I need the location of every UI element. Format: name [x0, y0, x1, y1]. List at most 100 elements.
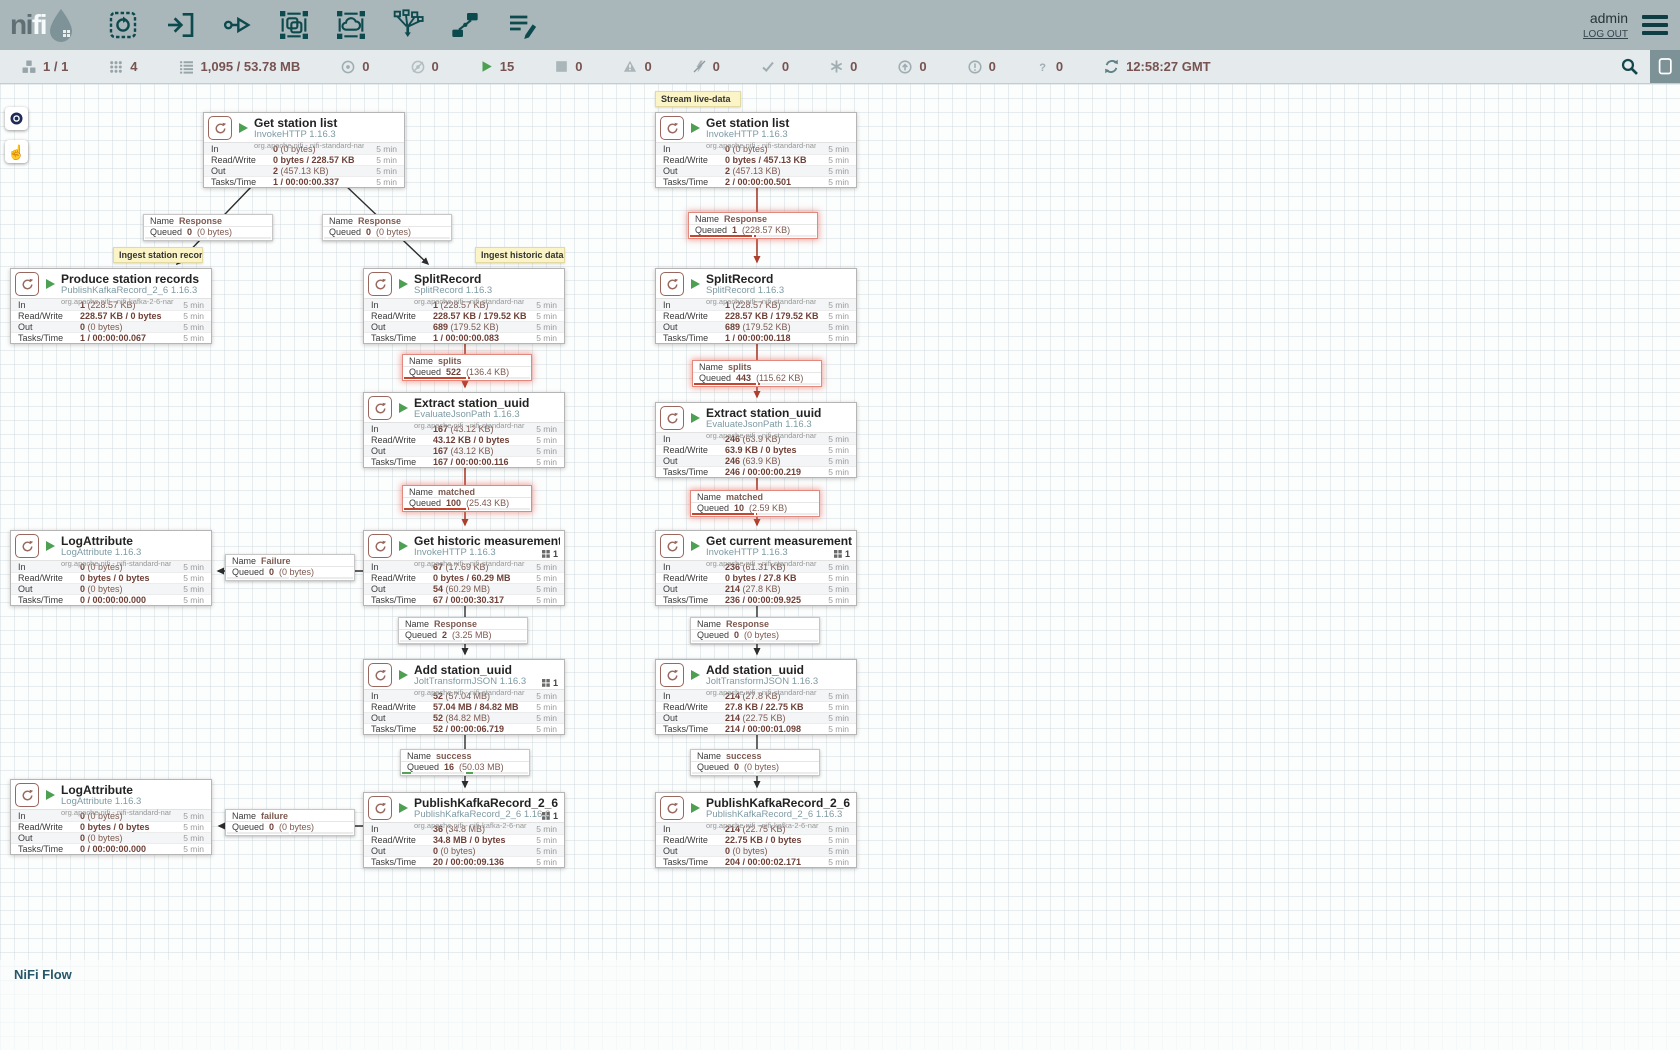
connection-label[interactable]: Name splits Queued 522 (136.4 KB) [402, 354, 532, 381]
logout-link[interactable]: LOG OUT [1583, 29, 1628, 40]
canvas-label[interactable]: Ingest historic data [475, 247, 565, 263]
connection-label[interactable]: Name matched Queued 100 (25.43 KB) [402, 485, 532, 512]
stat-value: 0 / 00:00:00.000 [80, 844, 183, 854]
processor-node[interactable]: LogAttribute LogAttribute 1.16.3 org.apa… [10, 779, 212, 855]
processor-header: Get historic measurements InvokeHTTP 1.1… [364, 531, 564, 560]
processor-stat-row: Tasks/Time 1 / 00:00:00.067 5 min [11, 332, 211, 343]
disabled-status: 0 [693, 59, 720, 74]
queued-list-icon [179, 60, 194, 74]
processor-node[interactable]: Get historic measurements InvokeHTTP 1.1… [363, 530, 565, 606]
processor-stat-row: Out 0 (0 bytes) 5 min [11, 583, 211, 594]
object-threshold-bar [404, 377, 466, 379]
refresh-icon[interactable] [1104, 59, 1119, 74]
stat-label: Tasks/Time [18, 844, 80, 854]
toolbar-processor-icon[interactable] [104, 6, 142, 44]
stat-label: Tasks/Time [663, 595, 725, 605]
processor-node[interactable]: SplitRecord SplitRecord 1.16.3 org.apach… [655, 268, 857, 344]
processor-stat-row: Read/Write 34.8 MB / 0 bytes 5 min [364, 834, 564, 845]
connection-name-row: Name splits [403, 355, 531, 366]
overlay-hand-button[interactable]: ☝ [5, 140, 28, 163]
stat-window: 5 min [828, 846, 849, 856]
toolbar-process-group-icon[interactable] [275, 6, 313, 44]
size-threshold-bar [756, 513, 818, 515]
connection-label[interactable]: Name Response Queued 0 (0 bytes) [322, 214, 452, 241]
connection-label[interactable]: Name success Queued 16 (50.03 MB) [400, 749, 530, 776]
connection-queued-row: Queued 443 (115.62 KB) [693, 372, 821, 383]
check-icon [761, 60, 775, 73]
stat-window: 5 min [376, 177, 397, 187]
connection-label[interactable]: Name Response Queued 0 (0 bytes) [690, 617, 820, 644]
processor-node[interactable]: PublishKafkaRecord_2_6 PublishKafkaRecor… [363, 792, 565, 868]
connection-name-row: Name failure [226, 810, 354, 821]
toolbar-remote-process-group-icon[interactable] [332, 6, 370, 44]
processor-node[interactable]: Get station list InvokeHTTP 1.16.3 org.a… [655, 112, 857, 188]
connection-name-key: Name [695, 214, 719, 224]
processor-node[interactable]: Extract station_uuid EvaluateJsonPath 1.… [655, 402, 857, 478]
toolbar-template-icon[interactable] [446, 6, 484, 44]
processor-node[interactable]: Add station_uuid JoltTransformJSON 1.16.… [363, 659, 565, 735]
processor-name: LogAttribute [61, 784, 171, 797]
connection-queued-size: (0 bytes) [279, 822, 314, 832]
processor-type: JoltTransformJSON 1.16.3 [414, 677, 526, 688]
connection-label[interactable]: Name splits Queued 443 (115.62 KB) [692, 360, 822, 387]
stat-window: 5 min [828, 724, 849, 734]
connection-label[interactable]: Name Response Queued 0 (0 bytes) [143, 214, 273, 241]
stat-label: Tasks/Time [18, 333, 80, 343]
connection-queued-count: 0 [734, 762, 739, 772]
processor-stat-row: Read/Write 22.75 KB / 0 bytes 5 min [656, 834, 856, 845]
processor-node[interactable]: SplitRecord SplitRecord 1.16.3 org.apach… [363, 268, 565, 344]
processor-stat-row: Out 52 (84.82 MB) 5 min [364, 712, 564, 723]
stat-window: 5 min [183, 822, 204, 832]
toolbar-output-port-icon[interactable] [218, 6, 256, 44]
processor-node[interactable]: Produce station records PublishKafkaReco… [10, 268, 212, 344]
toolbar-funnel-icon[interactable] [389, 6, 427, 44]
connection-queued-key: Queued [697, 630, 729, 640]
stat-window: 5 min [828, 857, 849, 867]
processor-node[interactable]: PublishKafkaRecord_2_6 PublishKafkaRecor… [655, 792, 857, 868]
processor-stat-row: Read/Write 57.04 MB / 84.82 MB 5 min [364, 701, 564, 712]
stat-value: 2 (457.13 KB) [725, 166, 828, 176]
processor-icon [660, 116, 684, 140]
stat-window: 5 min [536, 311, 557, 321]
connection-relationship: Response [726, 619, 769, 629]
connection-label[interactable]: Name Failure Queued 0 (0 bytes) [225, 554, 355, 581]
backpressure-bars [323, 237, 451, 240]
processor-node[interactable]: Extract station_uuid EvaluateJsonPath 1.… [363, 392, 565, 468]
connection-label[interactable]: Name Response Queued 1 (228.57 KB) [688, 212, 818, 239]
connection-queued-count: 0 [734, 630, 739, 640]
breadcrumb[interactable]: NiFi Flow [14, 967, 72, 982]
active-threads-count: 1 [553, 811, 558, 821]
processor-node[interactable]: Get current measurement InvokeHTTP 1.16.… [655, 530, 857, 606]
toolbar-input-port-icon[interactable] [161, 6, 199, 44]
flow-canvas[interactable]: ☝ NiFi Flow Get station list InvokeHTTP … [0, 84, 1680, 1050]
processor-node[interactable]: Get station list InvokeHTTP 1.16.3 org.a… [203, 112, 405, 188]
processor-node[interactable]: LogAttribute LogAttribute 1.16.3 org.apa… [10, 530, 212, 606]
stat-value: 1 / 00:00:00.337 [273, 177, 376, 187]
connection-label[interactable]: Name Response Queued 2 (3.25 MB) [398, 617, 528, 644]
stat-label: Read/Write [371, 573, 433, 583]
overlay-target-button[interactable] [5, 107, 28, 130]
connection-label[interactable]: Name success Queued 0 (0 bytes) [690, 749, 820, 776]
processor-icon [660, 663, 684, 687]
backpressure-bars [691, 513, 819, 516]
running-status-icon [691, 123, 700, 133]
object-threshold-bar [690, 235, 752, 237]
processor-bundle: org.apache.nifi - nifi-standard-nar [414, 559, 560, 568]
global-menu-button[interactable] [1642, 15, 1668, 35]
component-toolbar [104, 6, 541, 44]
connection-label[interactable]: Name failure Queued 0 (0 bytes) [225, 809, 355, 836]
object-threshold-bar [692, 513, 754, 515]
settings-panel-button[interactable] [1650, 50, 1680, 83]
connection-name-key: Name [409, 487, 433, 497]
processor-stat-row: Read/Write 0 bytes / 27.8 KB 5 min [656, 572, 856, 583]
connection-queued-count: 1 [732, 225, 737, 235]
connection-label[interactable]: Name matched Queued 10 (2.59 KB) [690, 490, 820, 517]
canvas-label[interactable]: Ingest station records [113, 247, 203, 263]
canvas-label[interactable]: Stream live-data [655, 91, 741, 107]
stat-label: Read/Write [18, 311, 80, 321]
search-button[interactable] [1610, 50, 1650, 83]
stat-label: Out [371, 846, 433, 856]
toolbar-label-icon[interactable] [503, 6, 541, 44]
threads-grid-icon [542, 679, 550, 687]
processor-node[interactable]: Add station_uuid JoltTransformJSON 1.16.… [655, 659, 857, 735]
